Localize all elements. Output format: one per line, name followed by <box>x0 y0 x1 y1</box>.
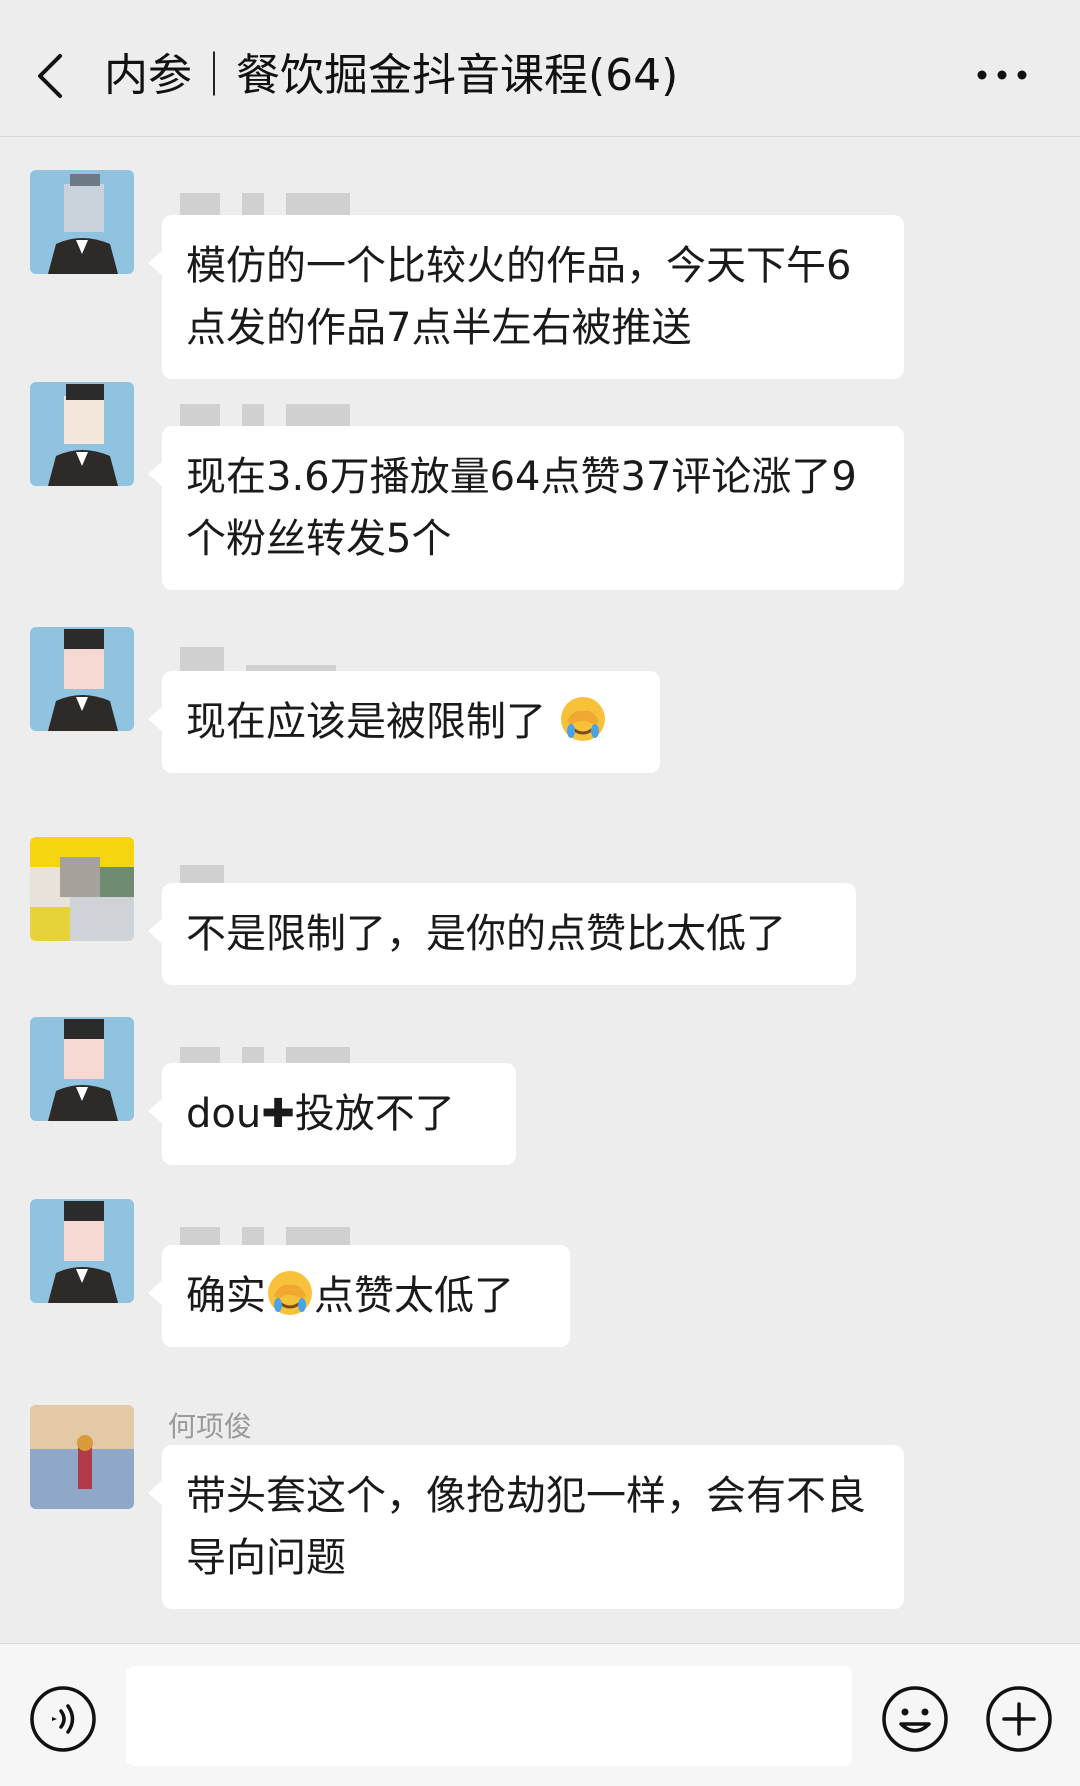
message-bubble[interactable]: 不是限制了，是你的点赞比太低了 <box>148 883 856 985</box>
sender-name-redacted <box>180 647 358 687</box>
message-text: 不是限制了，是你的点赞比太低了 <box>186 911 786 957</box>
message-bubble[interactable]: 确实 点赞太低了 <box>148 1245 570 1347</box>
message-text: dou✚投放不了 <box>186 1091 455 1137</box>
chat-title: 内参｜餐饮掘金抖音课程(64) <box>104 50 679 101</box>
avatar[interactable] <box>30 382 134 486</box>
message-bubble[interactable]: 现在应该是被限制了 <box>148 671 660 773</box>
chat-header: 内参｜餐饮掘金抖音课程(64) <box>0 0 1080 137</box>
input-bar <box>0 1643 1080 1786</box>
message-text: 确实 <box>186 1273 266 1319</box>
message-bubble[interactable]: 现在3.6万播放量64点赞37评论涨了9个粉丝转发5个 <box>148 426 904 590</box>
avatar[interactable] <box>30 1405 134 1509</box>
plus-icon[interactable] <box>984 1684 1054 1754</box>
message-text: 现在应该是被限制了 <box>186 699 546 745</box>
message-bubble[interactable]: 带头套这个，像抢劫犯一样，会有不良导向问题 <box>148 1445 904 1609</box>
avatar[interactable] <box>30 627 134 731</box>
sender-name-redacted <box>180 193 372 217</box>
back-arrow-icon[interactable] <box>30 46 74 106</box>
facepalm-emoji-icon <box>560 697 605 741</box>
message-bubble[interactable]: dou✚投放不了 <box>148 1063 516 1165</box>
facepalm-emoji-icon <box>268 1271 312 1315</box>
avatar[interactable] <box>30 1199 134 1303</box>
avatar[interactable] <box>30 1017 134 1121</box>
message-text: 带头套这个，像抢劫犯一样，会有不良导向问题 <box>186 1473 866 1581</box>
more-options-icon[interactable] <box>972 60 1032 90</box>
message-text: 模仿的一个比较火的作品，今天下午6点发的作品7点半左右被推送 <box>186 243 852 351</box>
emoji-icon[interactable] <box>880 1684 950 1754</box>
voice-icon[interactable] <box>28 1684 98 1754</box>
message-text: 现在3.6万播放量64点赞37评论涨了9个粉丝转发5个 <box>186 454 857 562</box>
message-input[interactable] <box>126 1666 852 1766</box>
message-text: 点赞太低了 <box>314 1273 514 1319</box>
message-bubble[interactable]: 模仿的一个比较火的作品，今天下午6点发的作品7点半左右被推送 <box>148 215 904 379</box>
sender-name: 何项俊 <box>168 1410 253 1443</box>
avatar[interactable] <box>30 837 134 941</box>
sender-name-redacted <box>180 404 372 428</box>
chat-message-list[interactable]: 模仿的一个比较火的作品，今天下午6点发的作品7点半左右被推送 现在3.6万播放量… <box>0 137 1080 1642</box>
avatar[interactable] <box>30 170 134 274</box>
